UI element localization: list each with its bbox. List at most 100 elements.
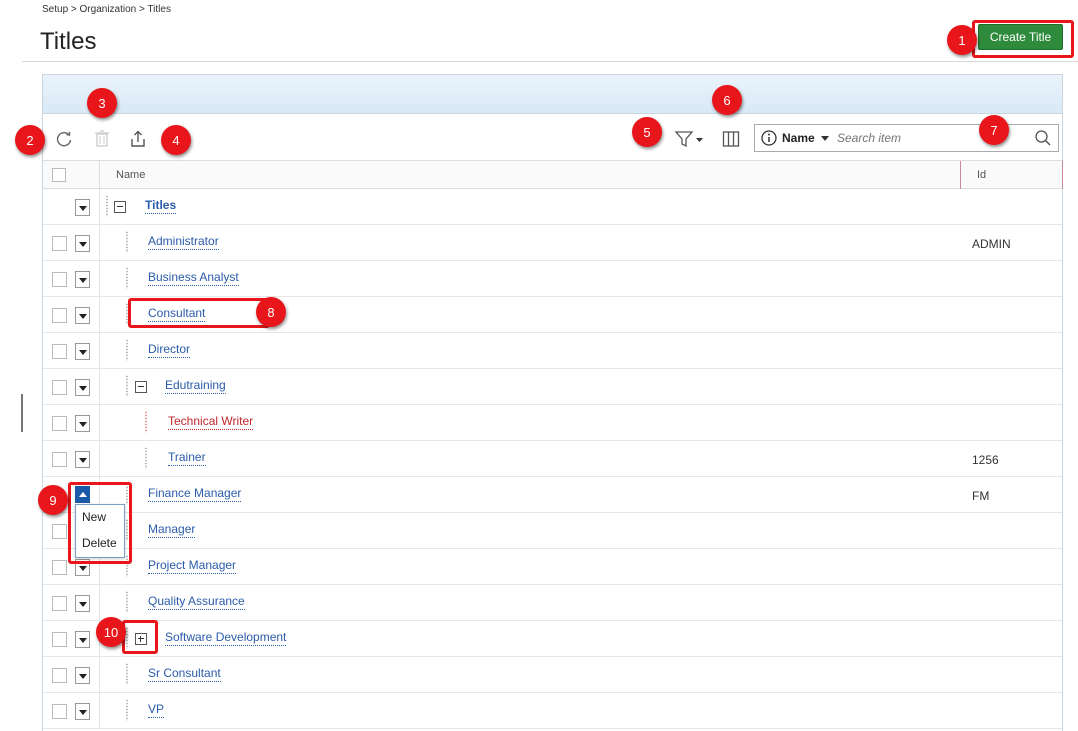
row-checkbox[interactable] — [52, 668, 67, 683]
refresh-icon[interactable] — [53, 128, 75, 150]
callout-box — [68, 482, 132, 564]
row-id: ADMIN — [972, 237, 1011, 251]
row-label[interactable]: Business Analyst — [148, 270, 239, 286]
row-label[interactable]: Finance Manager — [148, 486, 242, 502]
row-menu-dropdown[interactable] — [75, 343, 90, 360]
grid-toolbar: Name — [43, 115, 1062, 161]
row-label[interactable]: Technical Writer — [168, 414, 254, 430]
row-checkbox[interactable] — [52, 524, 67, 539]
row-checkbox[interactable] — [52, 416, 67, 431]
row-menu-dropdown[interactable] — [75, 451, 90, 468]
select-all-checkbox[interactable] — [52, 168, 66, 182]
collapse-icon[interactable] — [135, 381, 147, 393]
row-label[interactable]: Quality Assurance — [148, 594, 245, 610]
chevron-down-icon[interactable] — [821, 136, 829, 141]
table-row[interactable]: Technical Writer — [43, 405, 1062, 441]
table-row[interactable]: Business Analyst — [43, 261, 1062, 297]
drag-handle[interactable] — [125, 267, 129, 289]
collapse-icon[interactable] — [114, 201, 126, 213]
row-checkbox[interactable] — [52, 236, 67, 251]
annotation-badge: 7 — [979, 115, 1009, 145]
table-row[interactable]: VP — [43, 693, 1062, 729]
annotation-badge: 2 — [15, 125, 45, 155]
row-checkbox[interactable] — [52, 452, 67, 467]
row-menu-dropdown[interactable] — [75, 307, 90, 324]
table-row[interactable]: Trainer 1256 — [43, 441, 1062, 477]
row-menu-dropdown[interactable] — [75, 415, 90, 432]
row-menu-dropdown[interactable] — [75, 199, 90, 216]
delete-icon[interactable] — [91, 128, 113, 150]
row-menu-dropdown[interactable] — [75, 631, 90, 648]
row-label[interactable]: Director — [148, 342, 191, 358]
annotation-badge: 5 — [632, 117, 662, 147]
annotation-badge: 4 — [161, 125, 191, 155]
row-label[interactable]: Software Development — [165, 630, 287, 646]
columns-icon[interactable] — [720, 128, 742, 150]
export-icon[interactable] — [127, 128, 149, 150]
drag-handle[interactable] — [125, 663, 129, 685]
annotation-badge: 6 — [712, 85, 742, 115]
row-label[interactable]: Project Manager — [148, 558, 237, 574]
search-icon[interactable] — [1034, 129, 1052, 152]
row-checkbox[interactable] — [52, 704, 67, 719]
table-row[interactable]: Administrator ADMIN — [43, 225, 1062, 261]
table-row[interactable]: Titles — [43, 189, 1062, 225]
sidebar-resize-handle[interactable] — [21, 394, 23, 432]
drag-handle[interactable] — [125, 591, 129, 613]
row-checkbox[interactable] — [52, 344, 67, 359]
row-menu-dropdown[interactable] — [75, 703, 90, 720]
table-row[interactable]: Project Manager — [43, 549, 1062, 585]
annotation-badge: 9 — [38, 485, 68, 515]
row-id: 1256 — [972, 453, 999, 467]
annotation-badge: 3 — [87, 88, 117, 118]
search-field-selector[interactable]: Name — [782, 131, 815, 145]
tree-grid: Titles Administrator ADMIN Business Anal… — [43, 189, 1062, 729]
table-row[interactable]: Quality Assurance — [43, 585, 1062, 621]
drag-handle[interactable] — [105, 195, 109, 217]
row-label[interactable]: Manager — [148, 522, 196, 538]
row-label[interactable]: Trainer — [168, 450, 206, 466]
drag-handle[interactable] — [125, 699, 129, 721]
row-checkbox[interactable] — [52, 596, 67, 611]
row-checkbox[interactable] — [52, 380, 67, 395]
row-menu-dropdown[interactable] — [75, 379, 90, 396]
row-checkbox[interactable] — [52, 272, 67, 287]
table-row[interactable]: Director — [43, 333, 1062, 369]
drag-handle[interactable] — [125, 231, 129, 253]
row-checkbox[interactable] — [52, 632, 67, 647]
row-id: FM — [972, 489, 990, 503]
row-label[interactable]: Sr Consultant — [148, 666, 221, 682]
table-row[interactable]: Sr Consultant — [43, 657, 1062, 693]
breadcrumb: Setup > Organization > Titles — [42, 4, 171, 15]
search-box: Name — [754, 124, 1059, 152]
callout-box — [972, 20, 1074, 58]
callout-box — [122, 620, 158, 654]
row-menu-dropdown[interactable] — [75, 667, 90, 684]
filter-icon[interactable] — [673, 128, 707, 150]
row-label[interactable]: Titles — [145, 198, 177, 214]
annotation-badge: 10 — [96, 617, 126, 647]
row-checkbox[interactable] — [52, 308, 67, 323]
row-label[interactable]: Edutraining — [165, 378, 226, 394]
info-icon[interactable] — [761, 130, 777, 151]
annotation-badge: 1 — [947, 25, 977, 55]
table-row[interactable]: Software Development — [43, 621, 1062, 657]
annotation-badge: 8 — [256, 297, 286, 327]
column-header-name[interactable]: Name — [116, 169, 145, 181]
row-checkbox[interactable] — [52, 560, 67, 575]
row-menu-dropdown[interactable] — [75, 271, 90, 288]
drag-handle[interactable] — [144, 447, 148, 469]
table-row[interactable]: Finance Manager FM — [43, 477, 1062, 513]
row-menu-dropdown[interactable] — [75, 595, 90, 612]
row-label[interactable]: Administrator — [148, 234, 219, 250]
drag-handle[interactable] — [125, 339, 129, 361]
row-label[interactable]: VP — [148, 702, 165, 718]
drag-handle[interactable] — [144, 411, 148, 433]
title-divider — [22, 61, 1078, 62]
titles-grid-panel: Name Name Id Titles Admini — [42, 74, 1063, 731]
column-header-id[interactable]: Id — [960, 161, 1063, 189]
drag-handle[interactable] — [125, 375, 129, 397]
row-menu-dropdown[interactable] — [75, 235, 90, 252]
table-row[interactable]: Edutraining — [43, 369, 1062, 405]
table-row[interactable]: Manager — [43, 513, 1062, 549]
